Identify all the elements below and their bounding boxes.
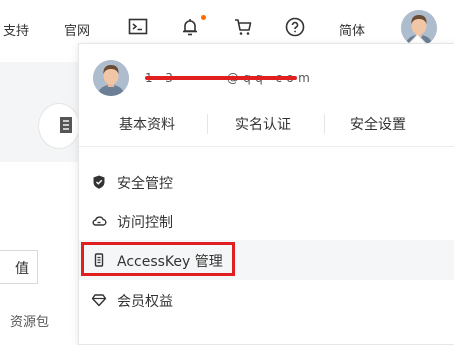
notification-dot [201, 15, 206, 20]
menu-label: 访问控制 [117, 215, 173, 231]
menu-item-member-benefits[interactable]: 会员权益 [79, 280, 454, 320]
help-icon[interactable] [283, 15, 307, 39]
resource-package-link[interactable]: 资源包 [10, 311, 49, 330]
diamond-icon [91, 292, 107, 308]
key-icon [91, 252, 107, 268]
tab-divider [207, 114, 208, 134]
tab-real-name-verification[interactable]: 实名认证 [235, 114, 291, 134]
document-icon [59, 116, 73, 138]
tab-basic-info[interactable]: 基本资料 [119, 114, 175, 134]
tab-security-settings[interactable]: 安全设置 [350, 114, 406, 134]
cloud-icon [91, 213, 107, 229]
cart-icon[interactable] [231, 15, 255, 39]
tab-divider [324, 114, 325, 134]
recharge-button-fragment[interactable]: 值 [0, 250, 38, 284]
redaction-mark [145, 76, 297, 80]
account-tabs: 基本资料 实名认证 安全设置 [79, 106, 454, 140]
menu-item-accesskey-management[interactable]: AccessKey 管理 [79, 240, 454, 280]
nav-website-link[interactable]: 官网 [64, 20, 90, 39]
terminal-icon[interactable] [126, 15, 150, 39]
dropdown-divider [79, 146, 454, 147]
recharge-button-label: 值 [15, 261, 29, 277]
menu-label: 安全管控 [117, 176, 173, 192]
menu-item-security-control[interactable]: 安全管控 [79, 162, 454, 202]
bell-icon[interactable] [178, 15, 202, 39]
user-account-dropdown: 1 · 3 · · · · · · @ q q · c o m 基本资料 实名认… [78, 43, 454, 345]
user-avatar [93, 60, 129, 96]
language-switch[interactable]: 简体 [339, 20, 365, 39]
menu-label: AccessKey 管理 [117, 254, 223, 270]
menu-label: 会员权益 [117, 294, 173, 310]
shield-icon [91, 174, 107, 190]
menu-item-access-control[interactable]: 访问控制 [79, 201, 454, 241]
nav-support-link[interactable]: 支持 [3, 20, 29, 39]
